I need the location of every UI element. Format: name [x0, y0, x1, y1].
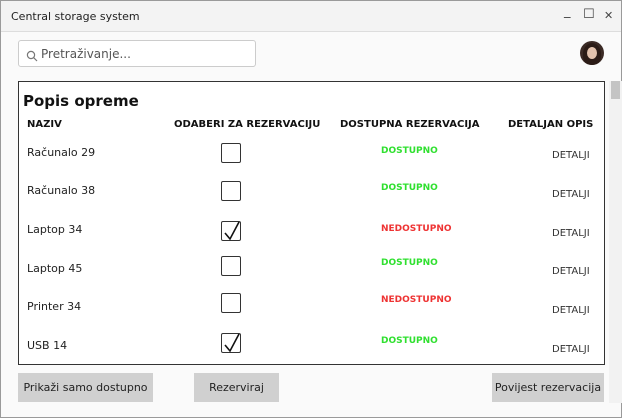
column-header-dostupna: DOSTUPNA REZERVACIJA [340, 119, 480, 130]
reserve-checkbox[interactable] [221, 293, 241, 313]
app-window: Central storage system _ ☐ ✕ Popis oprem… [0, 0, 622, 418]
details-link[interactable]: DETALJI [552, 305, 590, 316]
details-link[interactable]: DETALJI [552, 150, 590, 161]
search-input[interactable] [41, 45, 251, 63]
reservation-history-button[interactable]: Povijest rezervacija [492, 373, 604, 402]
column-header-naziv: NAZIV [27, 119, 62, 130]
row-name: Laptop 34 [27, 223, 83, 236]
availability-status: DOSTUPNO [381, 183, 438, 193]
details-link[interactable]: DETALJI [552, 344, 590, 355]
reserve-checkbox[interactable] [221, 221, 241, 241]
window-title: Central storage system [11, 10, 140, 23]
row-name: Laptop 45 [27, 262, 83, 275]
search-box[interactable] [18, 40, 256, 67]
availability-status: NEDOSTUPNO [381, 295, 452, 305]
reserve-checkbox[interactable] [221, 143, 241, 163]
reserve-checkbox[interactable] [221, 333, 241, 353]
reserve-checkbox[interactable] [221, 181, 241, 201]
availability-status: DOSTUPNO [381, 146, 438, 156]
reserve-checkbox[interactable] [221, 256, 241, 276]
search-icon [26, 47, 38, 66]
column-header-odaberi: ODABERI ZA REZERVACIJU [174, 119, 321, 130]
availability-status: DOSTUPNO [381, 336, 438, 346]
row-name: Računalo 29 [27, 146, 96, 159]
column-header-opis: DETALJAN OPIS [508, 119, 594, 130]
row-name: USB 14 [27, 339, 68, 352]
checkmark-icon [224, 333, 240, 353]
details-link[interactable]: DETALJI [552, 189, 590, 200]
equipment-list-panel: Popis opreme NAZIV ODABERI ZA REZERVACIJ… [18, 81, 605, 365]
minimize-button[interactable]: _ [564, 4, 571, 19]
reserve-button[interactable]: Rezerviraj [194, 373, 279, 402]
availability-status: DOSTUPNO [381, 258, 438, 268]
show-available-only-button[interactable]: Prikaži samo dostupno [18, 373, 153, 402]
user-avatar[interactable] [580, 41, 604, 65]
title-bar: Central storage system _ ☐ ✕ [1, 1, 621, 32]
row-name: Računalo 38 [27, 184, 96, 197]
scrollbar-thumb[interactable] [611, 81, 620, 99]
availability-status: NEDOSTUPNO [381, 224, 452, 234]
row-name: Printer 34 [27, 300, 82, 313]
close-button[interactable]: ✕ [604, 9, 613, 22]
panel-title: Popis opreme [23, 92, 139, 110]
avatar-face [587, 47, 597, 59]
details-link[interactable]: DETALJI [552, 266, 590, 277]
vertical-scrollbar[interactable] [609, 81, 622, 403]
maximize-button[interactable]: ☐ [583, 7, 595, 22]
checkmark-icon [224, 221, 240, 241]
details-link[interactable]: DETALJI [552, 228, 590, 239]
